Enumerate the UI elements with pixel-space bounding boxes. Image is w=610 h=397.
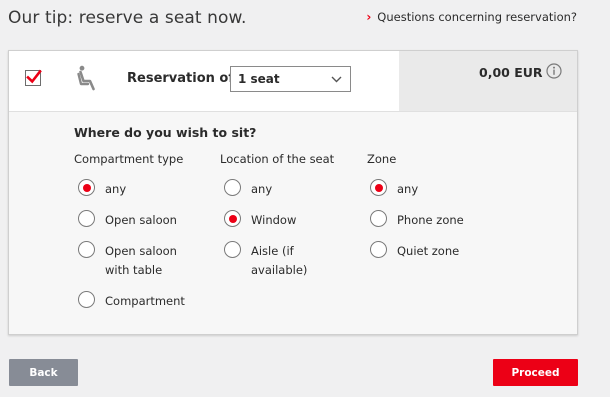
option-label: Phone zone	[397, 213, 464, 227]
proceed-button[interactable]: Proceed	[493, 359, 578, 386]
compartment-option-any[interactable]: any	[78, 179, 126, 199]
seat-count-select[interactable]: 1 seat	[230, 66, 351, 92]
radio-button[interactable]	[370, 210, 387, 227]
compartment-option-compartment[interactable]: Compartment	[78, 291, 185, 311]
radio-button[interactable]	[78, 241, 95, 258]
option-label: Quiet zone	[397, 244, 460, 258]
price-panel	[399, 51, 577, 111]
info-icon[interactable]	[546, 63, 562, 79]
seat-location-heading: Location of the seat	[220, 152, 335, 166]
radio-button[interactable]	[78, 291, 95, 308]
location-option-aisle[interactable]: Aisle (if available)	[224, 241, 321, 280]
reservation-header: Reservation of 1 seat 0,00 EUR	[9, 51, 577, 112]
radio-button[interactable]	[224, 241, 241, 258]
reservation-card: Reservation of 1 seat 0,00 EUR Where do …	[8, 50, 578, 335]
option-label: any	[105, 182, 127, 196]
questions-link[interactable]: › Questions concerning reservation?	[366, 10, 577, 24]
compartment-option-open-saloon-with-table[interactable]: Open saloon with table	[78, 241, 195, 280]
zone-option-phone-zone[interactable]: Phone zone	[370, 210, 464, 230]
seat-preference-title: Where do you wish to sit?	[74, 125, 257, 140]
zone-option-quiet-zone[interactable]: Quiet zone	[370, 241, 459, 261]
location-option-window[interactable]: Window	[224, 210, 296, 230]
reservation-label: Reservation of	[127, 71, 235, 86]
reservation-page: Our tip: reserve a seat now. › Questions…	[0, 0, 610, 397]
option-label: Aisle (if available)	[251, 244, 308, 277]
option-label: Open saloon	[105, 213, 177, 227]
zone-option-any[interactable]: any	[370, 179, 418, 199]
radio-button[interactable]	[78, 210, 95, 227]
option-label: Window	[251, 213, 297, 227]
radio-button[interactable]	[78, 179, 95, 196]
option-label: Compartment	[105, 294, 185, 308]
seat-count-value: 1 seat	[238, 72, 280, 86]
back-button[interactable]: Back	[9, 359, 78, 386]
chevron-right-icon: ›	[366, 10, 372, 24]
option-label: any	[251, 182, 273, 196]
price-value: 0,00 EUR	[479, 65, 543, 80]
option-label: Open saloon with table	[105, 244, 177, 277]
checkmark-icon	[26, 69, 42, 84]
option-label: any	[397, 182, 419, 196]
radio-button[interactable]	[224, 210, 241, 227]
compartment-option-open-saloon[interactable]: Open saloon	[78, 210, 177, 230]
radio-button[interactable]	[370, 179, 387, 196]
seat-icon	[77, 65, 95, 91]
questions-link-label: Questions concerning reservation?	[377, 10, 577, 24]
radio-button[interactable]	[370, 241, 387, 258]
reservation-checkbox[interactable]	[25, 69, 42, 86]
location-option-any[interactable]: any	[224, 179, 272, 199]
radio-button[interactable]	[224, 179, 241, 196]
zone-heading: Zone	[367, 152, 397, 166]
compartment-type-heading: Compartment type	[74, 152, 184, 166]
chevron-down-icon	[331, 76, 342, 83]
page-title: Our tip: reserve a seat now.	[8, 8, 247, 28]
